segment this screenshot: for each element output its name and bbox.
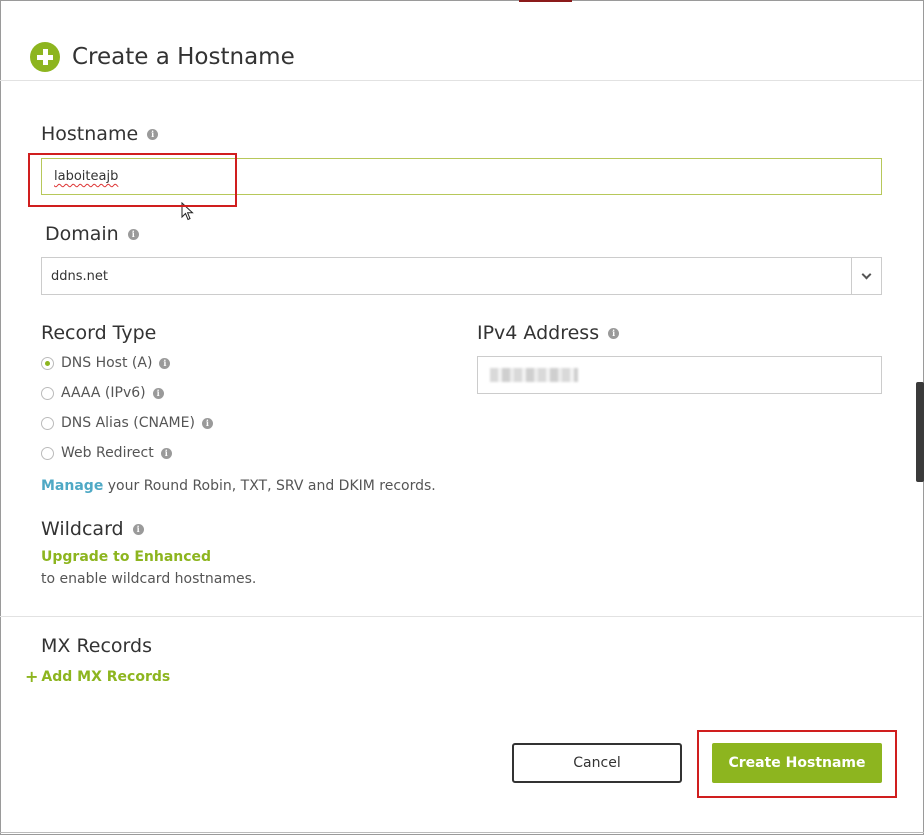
info-icon[interactable]: i <box>608 327 620 339</box>
radio-label: DNS Alias (CNAME) <box>61 415 195 431</box>
section-divider <box>0 616 922 617</box>
dialog-header: Create a Hostname <box>30 42 295 72</box>
bottom-divider <box>0 832 924 833</box>
dialog-title: Create a Hostname <box>72 44 295 70</box>
radio-button[interactable] <box>41 356 54 370</box>
ipv4-input[interactable] <box>477 356 882 394</box>
manage-records-text: Manage your Round Robin, TXT, SRV and DK… <box>41 478 436 494</box>
radio-label: Web Redirect <box>61 445 154 461</box>
info-icon[interactable]: i <box>147 128 159 140</box>
record-type-label: Record Type <box>41 322 157 344</box>
domain-select[interactable]: ddns.net <box>41 257 882 295</box>
domain-select-toggle[interactable] <box>851 258 881 294</box>
hostname-label: Hostname <box>41 123 139 145</box>
wildcard-note: to enable wildcard hostnames. <box>41 571 257 587</box>
manage-link[interactable]: Manage <box>41 478 103 494</box>
radio-button[interactable] <box>41 446 54 460</box>
info-icon[interactable]: i <box>127 228 139 240</box>
cancel-button[interactable]: Cancel <box>512 743 682 783</box>
ipv4-label: IPv4 Address <box>477 322 600 344</box>
info-icon[interactable]: i <box>160 447 172 459</box>
wildcard-label: Wildcard <box>41 518 124 540</box>
radio-aaaa[interactable]: AAAA (IPv6) i <box>41 385 164 401</box>
annotation-box-hostname <box>28 153 237 207</box>
info-icon[interactable]: i <box>132 523 144 535</box>
info-icon[interactable]: i <box>201 417 213 429</box>
info-icon[interactable]: i <box>159 357 171 369</box>
add-mx-records-link[interactable]: + Add MX Records <box>25 667 170 686</box>
scrollbar-thumb[interactable] <box>916 382 924 482</box>
radio-button[interactable] <box>41 386 54 400</box>
header-divider <box>0 80 922 81</box>
radio-cname[interactable]: DNS Alias (CNAME) i <box>41 415 213 431</box>
domain-select-value: ddns.net <box>51 268 108 284</box>
manage-records-description: your Round Robin, TXT, SRV and DKIM reco… <box>103 478 436 494</box>
annotation-box-create <box>697 730 897 798</box>
plus-circle-icon <box>30 42 60 72</box>
radio-button[interactable] <box>41 416 54 430</box>
plus-icon: + <box>25 667 39 686</box>
redacted-ip-value <box>490 368 578 382</box>
radio-label: DNS Host (A) <box>61 355 153 371</box>
mx-records-label: MX Records <box>41 635 152 657</box>
info-icon[interactable]: i <box>152 387 164 399</box>
record-type-label-row: Record Type <box>41 322 156 344</box>
radio-label: AAAA (IPv6) <box>61 385 146 401</box>
add-mx-records-label: Add MX Records <box>41 668 171 685</box>
upgrade-enhanced-link[interactable]: Upgrade to Enhanced <box>41 549 211 565</box>
chevron-down-icon <box>861 269 872 279</box>
radio-dns-host[interactable]: DNS Host (A) i <box>41 355 171 371</box>
ipv4-label-row: IPv4 Address i <box>477 322 620 344</box>
domain-label: Domain <box>45 223 119 245</box>
wildcard-label-row: Wildcard i <box>41 518 144 540</box>
hostname-label-row: Hostname i <box>41 123 159 145</box>
mx-label-row: MX Records <box>41 635 152 657</box>
domain-label-row: Domain i <box>45 223 139 245</box>
radio-web-redirect[interactable]: Web Redirect i <box>41 445 172 461</box>
top-accent-bar <box>519 0 572 2</box>
